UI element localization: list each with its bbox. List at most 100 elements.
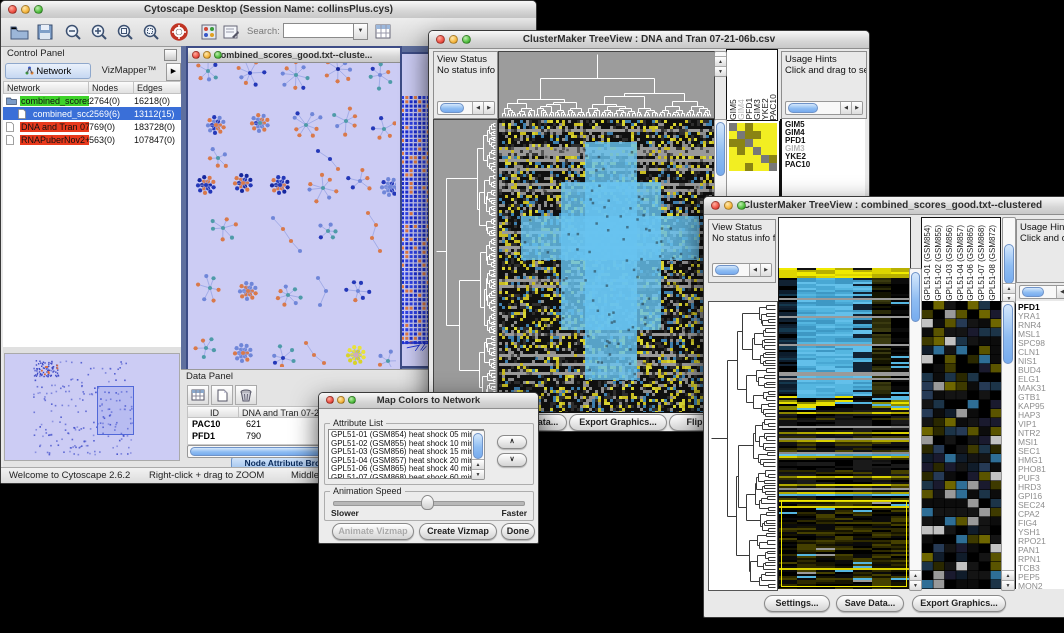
gene-list-item[interactable]: MON2 [1016,582,1064,589]
matrix-cell[interactable] [729,131,737,139]
attribute-list-item[interactable]: GPL51-07 (GSM868) heat shock 60 min [331,474,483,479]
network-list-row[interactable]: combined_sco2569(6)13112(15) [3,107,181,120]
save-session-button[interactable] [33,21,57,43]
scroll-thumb[interactable] [715,265,739,275]
annotation-icon[interactable] [219,21,243,43]
matrix-cell[interactable] [753,155,761,163]
close-button[interactable] [711,201,720,210]
scroll-thumb[interactable] [1022,287,1044,297]
scroll-thumb[interactable] [716,122,725,176]
frame-minimize-button[interactable] [203,51,211,59]
speed-slider-thumb[interactable] [421,495,434,510]
matrix-cell[interactable] [745,163,753,171]
scroll-arrow[interactable]: ▲ [910,570,921,580]
matrix-cell[interactable] [761,147,769,155]
dendrogram-scroll-arrows[interactable]: ▲▼ [714,51,727,77]
new-attribute-button[interactable] [211,385,233,405]
tab-overflow-arrow[interactable]: ▶ [166,63,181,81]
matrix-cell[interactable] [769,155,777,163]
matrix-cell[interactable] [737,155,745,163]
network-overview-panel[interactable] [4,353,180,461]
matrix-cell[interactable] [745,155,753,163]
float-panel-icon[interactable] [164,49,177,61]
move-up-button[interactable]: ∧ [497,435,527,449]
scroll-arrow[interactable]: ▶ [851,102,862,114]
attribute-list-item[interactable]: GPL51-02 (GSM855) heat shock 10 min [331,440,483,449]
attribute-table-icon[interactable] [371,21,395,43]
matrix-cell[interactable] [753,131,761,139]
scroll-arrow[interactable]: ▲ [1003,283,1015,293]
attribute-list[interactable]: GPL51-01 (GSM854) heat shock 05 minGPL51… [328,429,484,479]
scroll-arrow[interactable]: ◀ [472,102,483,114]
network-list-row[interactable]: RNAPuberNov2+563(0)107847(0) [3,133,181,146]
matrix-cell[interactable] [745,147,753,155]
matrix-cell[interactable] [761,155,769,163]
help-lifebuoy-icon[interactable] [167,21,191,43]
scroll-arrow[interactable]: ◀ [840,102,851,114]
treeview1-heatmap[interactable] [498,119,715,413]
tab-vizmapper[interactable]: VizMapper™ [93,63,165,79]
zoom-in-icon[interactable] [87,21,111,43]
network-list-row[interactable]: combined_scores2764(0)16218(0) [3,94,181,107]
usage-hints-scrollbar[interactable]: ◀▶ [1019,285,1064,299]
attribute-list-item[interactable]: GPL51-03 (GSM856) heat shock 15 min [331,448,483,457]
matrix-cell[interactable] [729,163,737,171]
matrix-cell[interactable] [737,163,745,171]
treeview2-title-bar[interactable]: ClusterMaker TreeView : combined_scores_… [704,197,1064,215]
attribute-list-item[interactable]: GPL51-01 (GSM854) heat shock 05 min [331,431,483,440]
delete-attribute-trash-icon[interactable] [235,385,257,405]
export-graphics-button[interactable]: Export Graphics... [912,595,1006,612]
save-data-button[interactable]: Save Data... [836,595,904,612]
scroll-thumb[interactable] [1004,244,1014,284]
attribute-list-item[interactable]: GPL51-06 (GSM865) heat shock 40 min [331,465,483,474]
scroll-thumb[interactable] [788,103,818,113]
matrix-cell[interactable] [729,123,737,131]
data-column-id[interactable]: ID [187,406,239,418]
global-heatmap-vscrollbar[interactable]: ▲▼ [909,268,922,591]
scroll-arrow[interactable]: ▼ [910,580,921,590]
scroll-thumb[interactable] [473,433,483,459]
done-button[interactable]: Done [501,523,535,540]
frame-close-button[interactable] [192,51,200,59]
matrix-cell[interactable] [753,139,761,147]
scroll-thumb[interactable] [440,103,464,113]
column-header-edges[interactable]: Edges [134,81,181,94]
close-button[interactable] [8,5,17,14]
scroll-thumb[interactable] [911,272,920,322]
view-status-scrollbar[interactable]: ◀▶ [712,263,772,277]
zoom-fit-icon[interactable] [113,21,137,43]
zoom-window-button[interactable] [348,396,356,404]
minimize-button[interactable] [449,35,458,44]
matrix-cell[interactable] [753,147,761,155]
matrix-cell[interactable] [761,123,769,131]
scroll-arrow[interactable]: ▲ [715,56,726,66]
matrix-cell[interactable] [769,139,777,147]
attribute-list-item[interactable]: GPL51-04 (GSM857) heat shock 20 min [331,457,483,466]
matrix-cell[interactable] [753,123,761,131]
animate-vizmap-button[interactable]: Animate Vizmap [332,523,414,540]
matrix-cell[interactable] [745,131,753,139]
network-list-row[interactable]: DNA and Tran 07769(0)183728(0) [3,120,181,133]
view-status-scrollbar[interactable]: ◀▶ [437,101,495,115]
minimize-button[interactable] [337,396,345,404]
tab-network[interactable]: Network [5,63,91,79]
column-header-nodes[interactable]: Nodes [89,81,134,94]
export-graphics-button[interactable]: Export Graphics... [569,414,667,431]
matrix-cell[interactable] [761,131,769,139]
scroll-arrow[interactable]: ▼ [1002,580,1014,590]
network-canvas[interactable] [188,63,396,367]
close-button[interactable] [326,396,334,404]
gene-list-vscrollbar[interactable]: ▲▼ [1001,301,1015,591]
zoom-window-button[interactable] [737,201,746,210]
treeview1-row-dendrogram[interactable] [433,119,498,413]
scroll-arrow[interactable]: ◀ [1056,286,1064,298]
search-input[interactable] [283,23,355,38]
treeview1-title-bar[interactable]: ClusterMaker TreeView : DNA and Tran 07-… [429,31,869,49]
matrix-cell[interactable] [729,155,737,163]
matrix-cell[interactable] [737,139,745,147]
matrix-cell[interactable] [761,163,769,171]
matrix-cell[interactable] [729,139,737,147]
zoom-window-button[interactable] [34,5,43,14]
matrix-cell[interactable] [769,147,777,155]
scroll-arrow[interactable]: ▶ [483,102,494,114]
